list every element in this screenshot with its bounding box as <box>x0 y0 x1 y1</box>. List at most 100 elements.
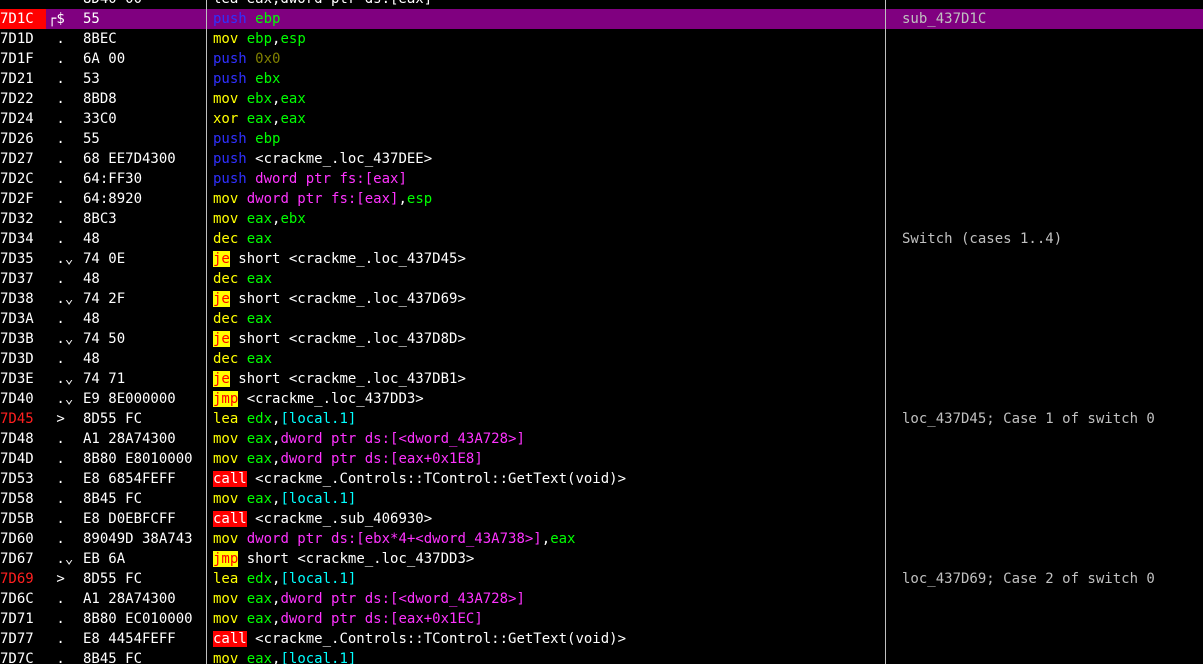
disasm-row[interactable]: 7D45 >8D55 FC lea edx,[local.1] loc_437D45… <box>0 409 1203 429</box>
asm-token-plain <box>238 531 246 547</box>
address: 7D67 <box>0 551 34 567</box>
comment: loc_437D45; Case 1 of switch 0 <box>902 411 1155 427</box>
jump-marker: . <box>48 631 65 647</box>
disasm-row[interactable]: 7D69 >8D55 FC lea edx,[local.1] loc_437D69… <box>0 569 1203 589</box>
disasm-row[interactable]: 7D3B .⌄ 74 50 je short <crackme_.loc_437D8… <box>0 329 1203 349</box>
asm-token-reg: eax <box>246 591 273 607</box>
instruction: push ebp <box>213 129 883 149</box>
hex-bytes: 8BC3 <box>83 211 117 227</box>
disasm-row[interactable]: 7D53 . E8 6854FEFF call <crackme_.Controls… <box>0 469 1203 489</box>
comment <box>902 509 1203 529</box>
disasm-row[interactable]: 7D22 . 8BD8 mov ebx,eax <box>0 89 1203 109</box>
comment <box>902 29 1203 49</box>
column-divider-comment <box>885 0 886 664</box>
disasm-row[interactable]: 7D37 . 48 dec eax <box>0 269 1203 289</box>
disasm-row[interactable]: 7D60 . 89049D 38A743 mov dword ptr ds:[ebx… <box>0 529 1203 549</box>
instruction: dec eax <box>213 309 883 329</box>
asm-token-reg: edx <box>246 411 273 427</box>
asm-token-local: [local.1] <box>280 571 357 587</box>
disasm-row[interactable]: 7D4D . 8B80 E8010000 mov eax,dword ptr ds:… <box>0 449 1203 469</box>
disasm-row[interactable]: 7D71 . 8B80 EC010000 mov eax,dword ptr ds:… <box>0 609 1203 629</box>
disasm-row[interactable]: 7D38 .⌄ 74 2F je short <crackme_.loc_437D6… <box>0 289 1203 309</box>
instruction: xor eax,eax <box>213 109 883 129</box>
address: 7D71 <box>0 611 34 627</box>
hex-bytes: 33C0 <box>83 111 117 127</box>
instruction: call <crackme_.sub_406930> <box>213 509 883 529</box>
instruction: mov eax,ebx <box>213 209 883 229</box>
hex-bytes: 8B45 FC <box>83 651 143 664</box>
disasm-row[interactable]: 7D67 .⌄ EB 6A jmp short <crackme_.loc_437D… <box>0 549 1203 569</box>
disasm-row[interactable]: 7D1C ┌$ 55 push ebp sub_437D1C <box>0 9 1203 29</box>
asm-token-mov: mov <box>213 191 239 207</box>
hex-bytes: 48 <box>83 271 100 287</box>
jump-marker: . <box>48 71 65 87</box>
asm-token-plain <box>238 351 246 367</box>
disasm-row[interactable]: 7D1D . 8BEC mov ebp,esp <box>0 29 1203 49</box>
comment <box>902 529 1203 549</box>
address: 7D32 <box>0 211 34 227</box>
address: 7D58 <box>0 491 34 507</box>
disasm-row[interactable]: 7D5B . E8 D0EBFCFF call <crackme_.sub_4069… <box>0 509 1203 529</box>
hex-bytes: 8D55 FC <box>83 411 143 427</box>
disasm-row[interactable]: 7D32 . 8BC3 mov eax,ebx <box>0 209 1203 229</box>
asm-token-mem: dword ptr ds:[ebx*4+<dword_43A738>] <box>246 531 542 547</box>
asm-token-plain <box>238 271 246 287</box>
disasm-row[interactable]: 7D26 . 55 push ebp <box>0 129 1203 149</box>
instruction: dec eax <box>213 229 883 249</box>
asm-token-jx: je <box>213 251 230 267</box>
asm-token-reg: ebp <box>246 31 273 47</box>
asm-token-reg: eax <box>246 231 273 247</box>
asm-token-plain <box>247 11 255 27</box>
instruction: lea edx,[local.1] <box>213 569 883 589</box>
disasm-row[interactable]: 7D1F . 6A 00 push 0x0 <box>0 49 1203 69</box>
address: 7D48 <box>0 431 34 447</box>
instruction: mov eax,dword ptr ds:[eax+0x1EC] <box>213 609 883 629</box>
instruction: mov eax,[local.1] <box>213 489 883 509</box>
asm-token-mov: mov <box>213 491 239 507</box>
jump-marker: . <box>48 111 65 127</box>
asm-token-num: 0x0 <box>255 51 281 67</box>
address: 7D7C <box>0 651 34 664</box>
instruction: mov eax,[local.1] <box>213 649 883 664</box>
disasm-row[interactable]: 7D3D . 48 dec eax <box>0 349 1203 369</box>
disasm-row[interactable]: 7D7C . 8B45 FC mov eax,[local.1] <box>0 649 1203 664</box>
comment <box>902 289 1203 309</box>
disasm-row[interactable]: 7D2F . 64:8920 mov dword ptr fs:[eax],esp <box>0 189 1203 209</box>
disasm-row[interactable]: 7D27 . 68 EE7D4300 push <crackme_.loc_437D… <box>0 149 1203 169</box>
asm-token-mem: dword ptr ds:[<dword_43A728>] <box>280 431 525 447</box>
asm-token-call: call <box>213 631 247 647</box>
asm-token-local: [local.1] <box>280 411 357 427</box>
instruction: je short <crackme_.loc_437D69> <box>213 289 883 309</box>
asm-token-mov: mov <box>213 431 239 447</box>
address: 7D2C <box>0 171 34 187</box>
asm-token-mem: dword ptr fs:[eax] <box>255 171 407 187</box>
disasm-row[interactable]: 7D34 . 48 dec eax Switch (cases 1..4) <box>0 229 1203 249</box>
disasm-row[interactable]: 7D6C . A1 28A74300 mov eax,dword ptr ds:[<… <box>0 589 1203 609</box>
asm-token-plain: short <box>229 371 289 387</box>
disasm-row[interactable]: 7D48 . A1 28A74300 mov eax,dword ptr ds:[<… <box>0 429 1203 449</box>
instruction: je short <crackme_.loc_437DB1> <box>213 369 883 389</box>
address: 7D34 <box>0 231 34 247</box>
asm-token-mov: mov <box>213 31 239 47</box>
jump-marker: . <box>48 491 65 507</box>
comment <box>902 249 1203 269</box>
hex-bytes: 53 <box>83 71 100 87</box>
hex-bytes: 55 <box>83 11 100 27</box>
instruction: mov ebx,eax <box>213 89 883 109</box>
disasm-row[interactable]: 7D77 . E8 4454FEFF call <crackme_.Controls… <box>0 629 1203 649</box>
disasm-row[interactable]: 7D24 . 33C0 xor eax,eax <box>0 109 1203 129</box>
asm-token-reg: ebx <box>280 211 306 227</box>
hex-bytes: 74 71 <box>83 371 126 387</box>
disasm-row[interactable]: 7D3A . 48 dec eax <box>0 309 1203 329</box>
disasm-row[interactable]: 7D58 . 8B45 FC mov eax,[local.1] <box>0 489 1203 509</box>
disasm-row[interactable]: 7D2C . 64:FF30 push dword ptr fs:[eax] <box>0 169 1203 189</box>
jump-marker: . <box>48 451 65 467</box>
jump-marker: . <box>48 131 65 147</box>
disasm-row[interactable]: 7D35 .⌄ 74 0E je short <crackme_.loc_437D4… <box>0 249 1203 269</box>
disasm-row[interactable]: 7D3E .⌄ 74 71 je short <crackme_.loc_437DB… <box>0 369 1203 389</box>
disasm-row[interactable]: 7D21 . 53 push ebx <box>0 69 1203 89</box>
asm-token-jx: je <box>213 331 230 347</box>
instruction: mov ebp,esp <box>213 29 883 49</box>
disassembly-view[interactable]: 8D40 00 lea eax,dword ptr ds:[eax] 7D1C┌… <box>0 0 1203 664</box>
disasm-row[interactable]: 7D40 .⌄ E9 8E000000 jmp <crackme_.loc_437D… <box>0 389 1203 409</box>
